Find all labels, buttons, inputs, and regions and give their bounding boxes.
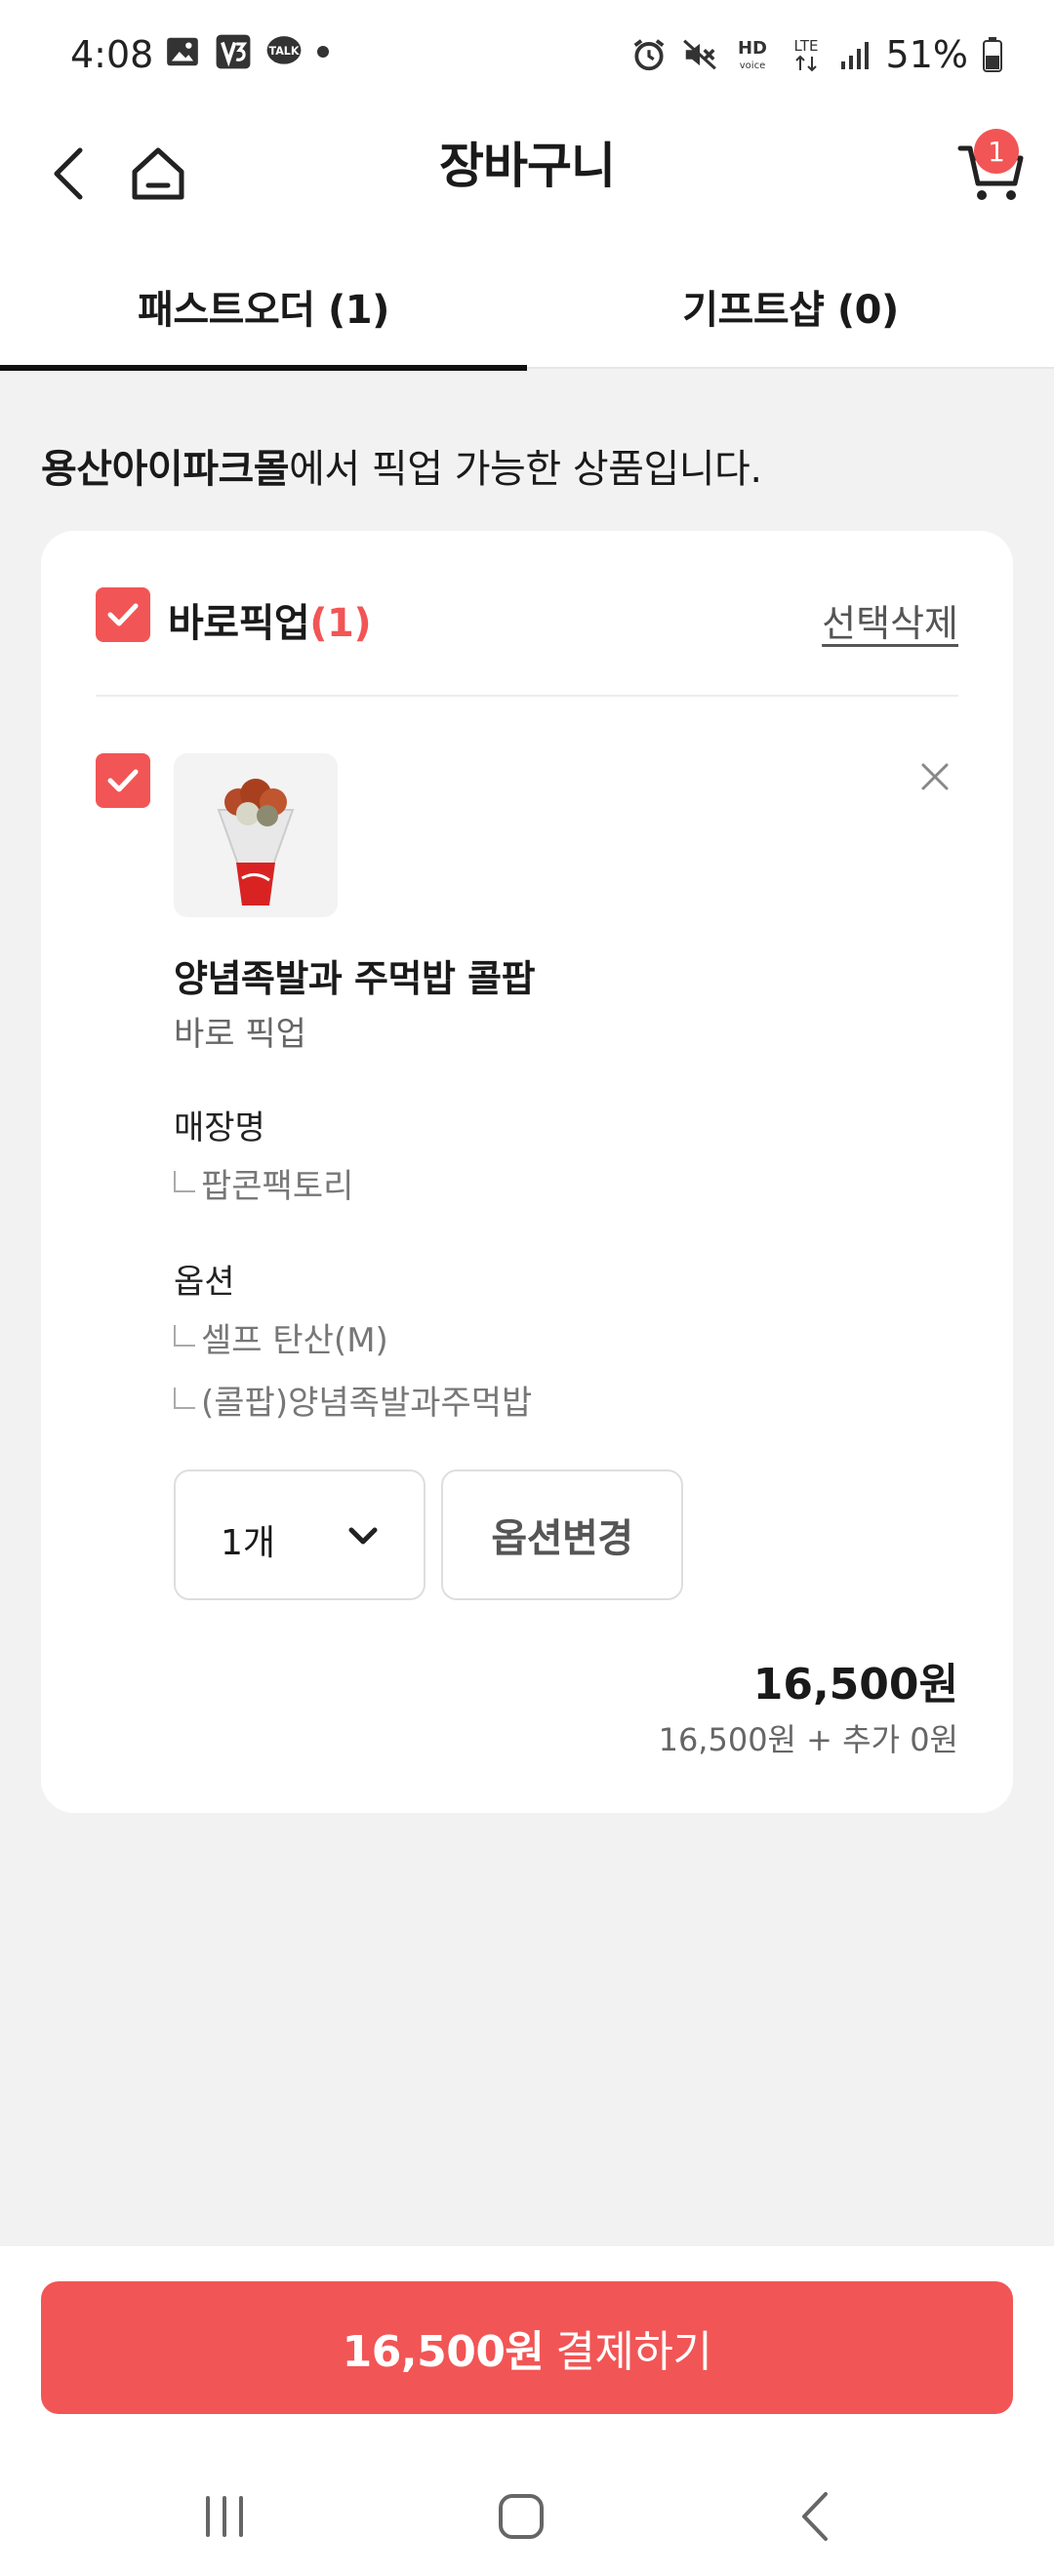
option-item-text: 셀프 탄산(M) [201, 1321, 388, 1360]
pickup-notice: 용산아이파크몰에서 픽업 가능한 상품입니다. [41, 437, 762, 494]
v3-app-icon [216, 34, 251, 69]
back-nav-icon [802, 2492, 828, 2541]
option-item: (콜팝)양념족발과주먹밥 [174, 1376, 532, 1424]
quantity-value: 1개 [221, 1523, 276, 1563]
kakaotalk-icon: TALK [266, 36, 302, 64]
top-area: 4:08 TALK HD voice LTE 51% 장바구니 1 패스트오더 … [0, 0, 1054, 371]
gallery-icon [167, 37, 198, 66]
quantity-select[interactable]: 1개 [174, 1469, 426, 1600]
product-image [174, 753, 338, 917]
status-time: 4:08 [70, 33, 154, 76]
store-label: 매장명 [174, 1108, 265, 1147]
item-checkbox[interactable] [96, 753, 150, 808]
recent-apps-button[interactable] [185, 2482, 264, 2551]
checkout-button[interactable]: 16,500원 결제하기 [41, 2281, 1013, 2414]
pickup-type: 바로 픽업 [174, 1015, 306, 1054]
item-price-detail: 16,500원 + 추가 0원 [658, 1721, 958, 1758]
select-all-checkbox[interactable] [96, 587, 150, 642]
corner-icon [174, 1387, 195, 1409]
cart-count-badge: 1 [974, 129, 1019, 174]
dot-icon [317, 46, 329, 58]
hd-voice-icon: HDvoice [738, 38, 767, 71]
tab-gift-shop[interactable]: 기프트샵 (0) [527, 244, 1054, 369]
mute-icon [682, 39, 716, 70]
svg-text:voice: voice [739, 60, 764, 71]
corner-icon [174, 1170, 195, 1192]
svg-text:LTE: LTE [793, 37, 818, 55]
cart-button[interactable]: 1 [943, 125, 1040, 222]
system-nav-bar [0, 2463, 1054, 2576]
chevron-down-icon [348, 1527, 378, 1545]
battery-percent: 51% [885, 33, 968, 76]
option-item-text: (콜팝)양념족발과주먹밥 [201, 1384, 533, 1423]
section-title: 바로픽업(1) [168, 591, 372, 648]
store-value: 팝콘팩토리 [174, 1159, 353, 1207]
divider [96, 695, 958, 697]
checkout-label: 결제하기 [555, 2327, 712, 2377]
recent-apps-icon [206, 2496, 243, 2537]
checkout-amount: 16,500원 [342, 2327, 545, 2377]
home-nav-button[interactable] [482, 2482, 560, 2551]
bottom-bar: 16,500원 결제하기 [0, 2246, 1054, 2576]
status-bar: 4:08 TALK HD voice LTE 51% [0, 0, 1054, 107]
lte-icon: LTE [793, 37, 818, 72]
check-icon [107, 769, 139, 792]
option-label: 옵션 [174, 1263, 235, 1302]
alarm-icon [633, 39, 664, 71]
signal-icon [840, 42, 869, 69]
page-title: 장바구니 [439, 138, 616, 194]
product-name: 양념족발과 주먹밥 콜팝 [174, 957, 536, 1000]
check-icon [107, 603, 139, 626]
cart-card: 바로픽업(1) 선택삭제 양념족발과 주먹밥 콜팝 바로 픽업 매장명 팝콘팩토… [41, 531, 1013, 1813]
store-name: 용산아이파크몰 [41, 447, 290, 492]
section-title-label: 바로픽업 [168, 601, 310, 646]
option-item: 셀프 탄산(M) [174, 1313, 388, 1361]
store-value-text: 팝콘팩토리 [201, 1167, 354, 1206]
section-header: 바로픽업(1) 선택삭제 [96, 585, 958, 647]
corner-icon [174, 1324, 195, 1347]
home-square-icon [499, 2494, 544, 2539]
remove-item-icon[interactable] [915, 757, 954, 796]
battery-icon [983, 37, 1002, 72]
section-count: (1) [309, 601, 372, 646]
pickup-notice-text: 에서 픽업 가능한 상품입니다. [289, 447, 762, 492]
svg-text:HD: HD [738, 38, 767, 59]
tab-bar: 패스트오더 (1) 기프트샵 (0) [0, 244, 1054, 371]
change-option-button[interactable]: 옵션변경 [441, 1469, 683, 1600]
delete-selected-button[interactable]: 선택삭제 [822, 593, 958, 647]
item-price: 16,500원 [752, 1660, 958, 1710]
app-header: 장바구니 1 [0, 107, 1054, 254]
tab-fast-order[interactable]: 패스트오더 (1) [0, 244, 527, 371]
svg-text:TALK: TALK [269, 45, 300, 58]
back-nav-button[interactable] [777, 2482, 855, 2551]
product-thumbnail-icon [217, 779, 295, 906]
